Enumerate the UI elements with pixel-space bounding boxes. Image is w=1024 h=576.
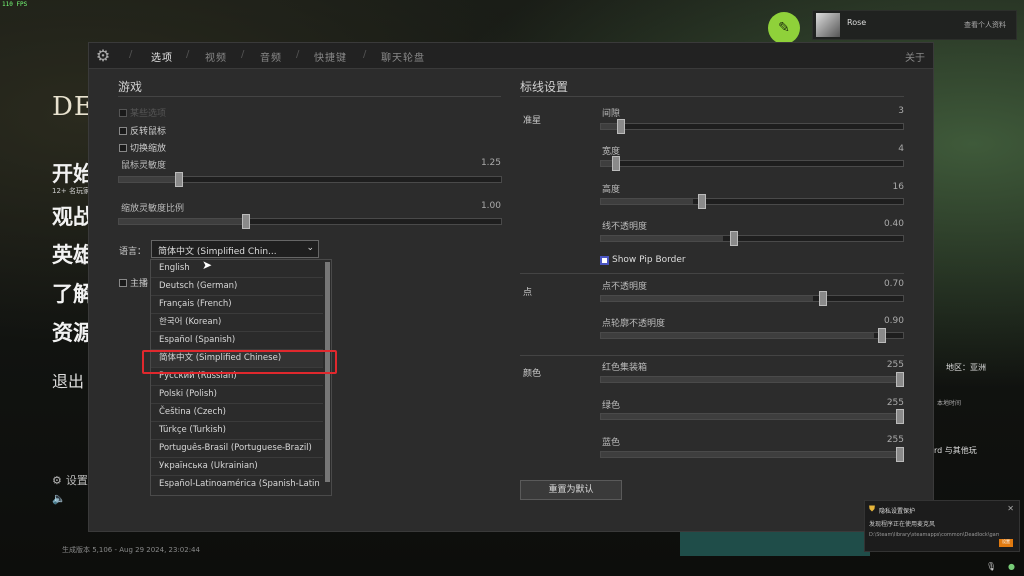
tab-chat-wheel[interactable]: 聊天轮盘	[381, 49, 425, 64]
line-opacity-value: 0.40	[883, 219, 904, 229]
language-option[interactable]: 한국어 (Korean)	[151, 314, 323, 332]
play-with-others-text: rd 与其他玩	[934, 446, 977, 455]
language-option[interactable]: Français (French)	[151, 296, 323, 314]
notification-toast: ⛊ 隐私设置保护 ✕ 发现程序正在使用麦克风 D:\Steam\library\…	[864, 500, 1020, 552]
group-reticle-label: 准星	[523, 116, 542, 126]
language-option[interactable]: Українська (Ukrainian)	[151, 458, 323, 476]
blue-value: 255	[886, 435, 904, 445]
group-color-label: 颜色	[523, 369, 542, 379]
line-opacity-label: 线不透明度	[602, 222, 648, 232]
chevron-down-icon: ⌄	[306, 243, 314, 253]
language-option[interactable]: Polski (Polish)	[151, 386, 323, 404]
build-version: 生成版本 5,106 - Aug 29 2024, 23:02:44	[62, 546, 200, 554]
notification-path: D:\Steam\library\steamapps\common\Deadlo…	[869, 532, 999, 538]
reset-default-button[interactable]: 重置为默认	[520, 480, 622, 500]
settings-dialog: ⚙ / 选项 / 视频 / 音频 / 快捷键 / 聊天轮盘 关于 游戏 某些选项…	[88, 42, 934, 532]
language-label: 语言：	[119, 247, 147, 257]
blue-slider[interactable]	[600, 447, 904, 462]
shield-icon: ⛊	[869, 504, 875, 513]
gap-slider[interactable]	[600, 119, 904, 134]
local-time-label: 本地时间	[937, 400, 962, 407]
checkbox-disabled-option: 某些选项	[119, 106, 166, 119]
language-option[interactable]: Deutsch (German)	[151, 278, 323, 296]
language-option[interactable]: Čeština (Czech)	[151, 404, 323, 422]
language-option[interactable]: Türkçe (Turkish)	[151, 422, 323, 440]
notification-title: 隐私设置保护	[879, 508, 916, 515]
tab-audio[interactable]: 音频	[260, 49, 282, 64]
dot-outline-opacity-label: 点轮廓不透明度	[602, 319, 666, 329]
green-value: 255	[886, 398, 904, 408]
gap-value: 3	[898, 106, 904, 116]
dot-outline-opacity-slider[interactable]	[600, 328, 904, 343]
notification-body: 发现程序正在使用麦克风	[869, 521, 936, 528]
mouse-sensitivity-value: 1.25	[480, 158, 501, 168]
zoom-sensitivity-label: 缩放灵敏度比例	[121, 204, 185, 214]
tab-video[interactable]: 视频	[205, 49, 227, 64]
gear-icon: ⚙	[52, 473, 62, 487]
fps-counter: 110 FPS	[2, 1, 28, 8]
width-value: 4	[898, 144, 904, 154]
line-opacity-slider[interactable]	[600, 231, 904, 246]
dot-outline-opacity-value: 0.90	[883, 316, 904, 326]
region-label: 地区：亚洲	[946, 363, 986, 372]
volume-icon[interactable]: 🔈	[52, 492, 66, 505]
green-label: 绿色	[602, 401, 621, 411]
gap-label: 间隙	[602, 109, 621, 119]
checkbox-toggle-zoom[interactable]: 切换缩放	[119, 141, 166, 154]
divider	[520, 355, 904, 356]
divider	[118, 96, 501, 97]
dot-opacity-slider[interactable]	[600, 291, 904, 306]
red-slider[interactable]	[600, 372, 904, 387]
microphone-icon[interactable]: 🎙	[986, 562, 996, 571]
blue-label: 蓝色	[602, 438, 621, 448]
section-crosshair-title: 标线设置	[520, 80, 569, 94]
language-option[interactable]: Español (Spanish)	[151, 332, 323, 350]
language-option[interactable]: Español-Latinoamérica (Spanish-Latin	[151, 476, 323, 494]
tab-options[interactable]: 选项	[151, 49, 173, 64]
settings-link[interactable]: ⚙ 设置	[52, 472, 88, 488]
dot-opacity-label: 点不透明度	[602, 282, 648, 292]
height-label: 高度	[602, 185, 621, 195]
dot-opacity-value: 0.70	[883, 279, 904, 289]
divider	[520, 96, 904, 97]
tab-bar: ⚙ / 选项 / 视频 / 音频 / 快捷键 / 聊天轮盘 关于	[89, 43, 933, 69]
red-label: 红色集装箱	[602, 363, 648, 373]
mouse-sensitivity-label: 鼠标灵敏度	[121, 161, 167, 171]
zoom-sensitivity-value: 1.00	[480, 201, 501, 211]
mouse-cursor-icon: ➤	[202, 258, 213, 272]
language-option[interactable]: English	[151, 260, 323, 278]
tab-hotkeys[interactable]: 快捷键	[314, 49, 347, 64]
section-game-title: 游戏	[118, 80, 143, 94]
language-select[interactable]: 简体中文 (Simplified Chin... ⌄	[151, 240, 319, 258]
checkbox-streamer[interactable]: 主播	[119, 276, 148, 289]
group-dot-label: 点	[523, 288, 533, 298]
language-option[interactable]: Português-Brasil (Portuguese-Brazil)	[151, 440, 323, 458]
zoom-sensitivity-slider[interactable]	[118, 214, 502, 229]
profile-card[interactable]: Rose 查看个人资料	[812, 10, 1017, 40]
status-dot-icon: ●	[1008, 562, 1015, 571]
view-profile-link[interactable]: 查看个人资料	[964, 20, 1006, 30]
close-icon[interactable]: ✕	[1007, 504, 1014, 513]
avatar	[816, 13, 840, 37]
language-dropdown: English Deutsch (German) Français (Frenc…	[150, 259, 332, 496]
tab-about[interactable]: 关于	[905, 49, 925, 64]
side-menu-exit[interactable]: 退出	[52, 368, 84, 392]
selection-highlight	[142, 350, 337, 374]
gear-icon: ⚙	[95, 46, 111, 65]
height-slider[interactable]	[600, 194, 904, 209]
checkbox-show-pip-border[interactable]: Show Pip Border	[600, 255, 686, 265]
profile-name: Rose	[847, 18, 867, 27]
ticket-icon[interactable]: ✎	[768, 12, 800, 44]
height-value: 16	[892, 182, 904, 192]
notification-action-button[interactable]: 设置	[999, 539, 1013, 547]
divider	[520, 273, 904, 274]
checkbox-invert-mouse[interactable]: 反转鼠标	[119, 124, 166, 137]
mouse-sensitivity-slider[interactable]	[118, 172, 502, 187]
width-slider[interactable]	[600, 156, 904, 171]
green-slider[interactable]	[600, 409, 904, 424]
red-value: 255	[886, 360, 904, 370]
side-menu-subtitle: 12+ 名玩家	[52, 187, 90, 195]
